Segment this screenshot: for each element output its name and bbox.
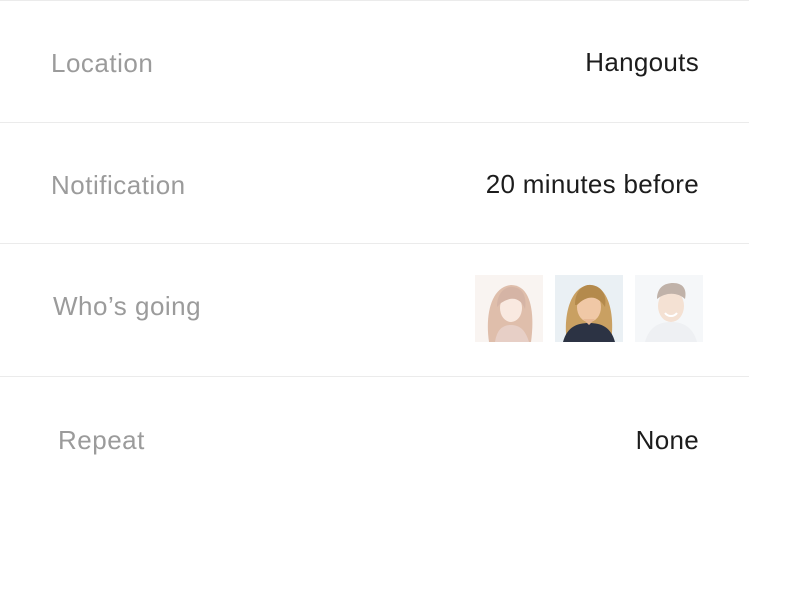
location-row[interactable]: Location Hangouts: [0, 0, 749, 122]
repeat-value: None: [635, 425, 699, 455]
location-value: Hangouts: [585, 47, 699, 77]
avatar[interactable]: [475, 275, 543, 342]
whos-going-label: Who’s going: [53, 291, 202, 321]
event-details-panel: Location Hangouts Notification 20 minute…: [0, 0, 749, 600]
repeat-label: Repeat: [58, 425, 145, 455]
notification-label: Notification: [51, 170, 186, 200]
avatar[interactable]: [635, 275, 703, 342]
notification-row[interactable]: Notification 20 minutes before: [0, 123, 749, 243]
avatar[interactable]: [555, 275, 623, 342]
repeat-row[interactable]: Repeat None: [0, 377, 749, 507]
notification-value: 20 minutes before: [485, 169, 699, 199]
location-label: Location: [51, 48, 154, 78]
attendee-avatars: [475, 275, 703, 342]
